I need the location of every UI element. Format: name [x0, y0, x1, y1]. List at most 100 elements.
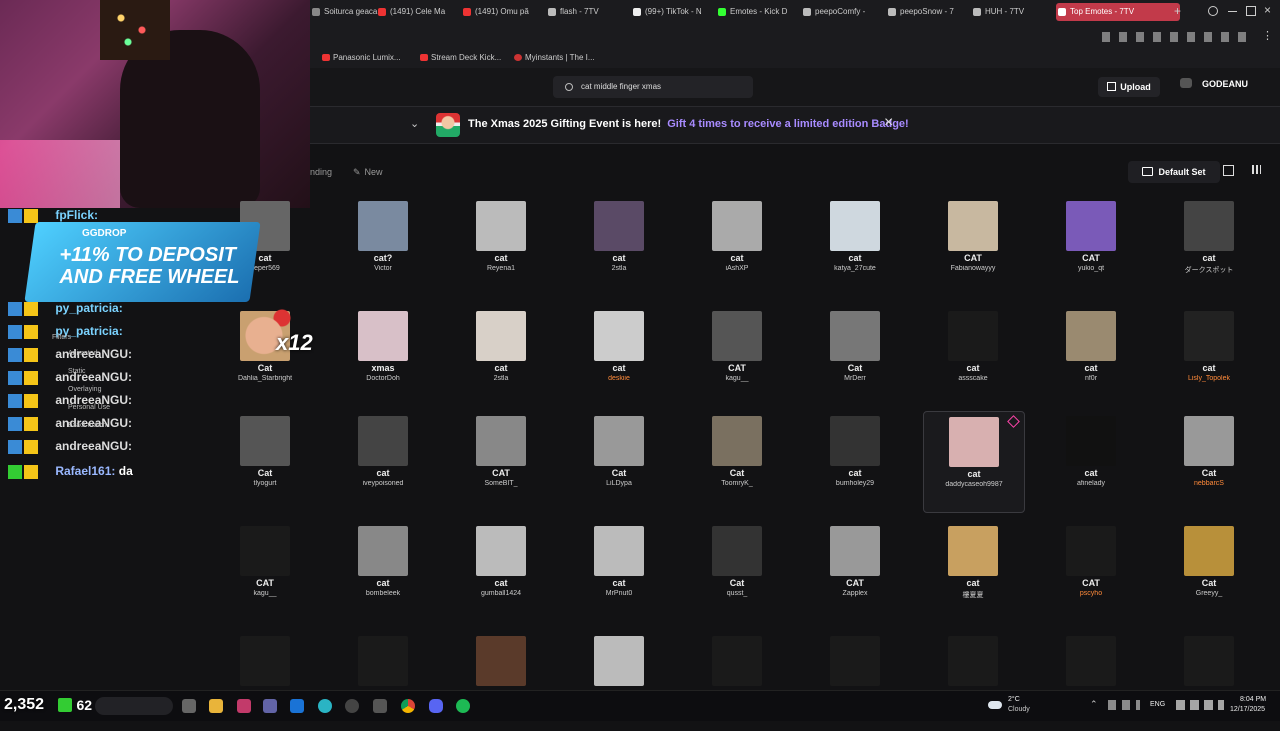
store-icon[interactable]	[373, 699, 387, 713]
clock-time[interactable]: 8:04 PM	[1240, 696, 1266, 703]
emote-author[interactable]: yukio_qt	[1041, 265, 1141, 272]
emote-card[interactable]: CAT kagu__	[215, 521, 315, 621]
user-menu[interactable]: GODEANU	[1180, 78, 1248, 89]
close-icon[interactable]: ×	[884, 114, 893, 132]
grid-large-icon[interactable]	[1252, 165, 1261, 174]
outlook-icon[interactable]	[290, 699, 304, 713]
emote-card[interactable]: Cat MrDerr	[805, 306, 905, 406]
emote-card[interactable]: cat bombeleek	[333, 521, 433, 621]
browser-tab[interactable]: Soiturca geaca	[310, 3, 384, 21]
emote-card[interactable]: cat Lisly_Topolek	[1159, 306, 1259, 406]
emote-author[interactable]: MrPnut0	[569, 590, 669, 597]
emote-author[interactable]: MrDerr	[805, 375, 905, 382]
emote-card[interactable]: CAT yukio_qt	[1041, 196, 1141, 296]
close-window-icon[interactable]: ×	[1264, 3, 1271, 17]
filter-item[interactable]: Exact match	[68, 422, 107, 429]
emote-card[interactable]: cat assscake	[923, 306, 1023, 406]
emote-set-button[interactable]: Default Set	[1128, 161, 1220, 183]
emote-card[interactable]: cat katya_27cute	[805, 196, 905, 296]
search-input[interactable]: cat middle finger xmas	[553, 76, 753, 98]
banner-link[interactable]: Gift 4 times to receive a limited editio…	[667, 118, 908, 130]
browser-tab[interactable]: HUH - 7TV	[971, 3, 1061, 21]
emote-author[interactable]: nebbarcS	[1159, 480, 1259, 487]
emote-author[interactable]: gumball1424	[451, 590, 551, 597]
browser-tab[interactable]: peepoComfy -	[801, 3, 891, 21]
taskbar-search[interactable]	[95, 697, 173, 715]
extension-icons[interactable]	[1102, 32, 1252, 42]
emote-author[interactable]: Fabianowayyy	[923, 265, 1023, 272]
emote-card[interactable]: cat bumholey29	[805, 411, 905, 511]
browser-tab-active[interactable]: Top Emotes - 7TV	[1056, 3, 1180, 21]
emote-author[interactable]: 2stla	[569, 265, 669, 272]
emote-author[interactable]: kagu__	[215, 590, 315, 597]
bookmark-item[interactable]: Stream Deck Kick...	[420, 53, 501, 62]
emote-card[interactable]: CAT SomeBIT_	[451, 411, 551, 511]
emote-card[interactable]: cat 2stla	[569, 196, 669, 296]
tab-new[interactable]: ✎ New	[353, 167, 383, 178]
emote-card[interactable]: Cat LiLDypa	[569, 411, 669, 511]
browser-tab[interactable]: Emotes - Kick D	[716, 3, 806, 21]
emote-author[interactable]: tlyogurt	[215, 480, 315, 487]
tab-trending[interactable]: nding	[310, 167, 332, 177]
emote-author[interactable]: Greeyy_	[1159, 590, 1259, 597]
language-indicator[interactable]: ENG	[1150, 701, 1165, 708]
system-icons[interactable]	[1176, 700, 1224, 710]
minimize-icon[interactable]	[1228, 11, 1237, 12]
grid-small-icon[interactable]	[1223, 165, 1234, 176]
emote-author[interactable]: katya_27cute	[805, 265, 905, 272]
bookmark-item[interactable]: Myinstants | The I...	[514, 53, 595, 62]
emote-card[interactable]: cat deskiie	[569, 306, 669, 406]
emote-author[interactable]: 2stla	[451, 375, 551, 382]
app-icon[interactable]	[237, 699, 251, 713]
menu-icon[interactable]: ⋮	[1262, 29, 1273, 42]
emote-author[interactable]: iAshXP	[687, 265, 787, 272]
new-tab-icon[interactable]: +	[1174, 4, 1181, 18]
tray-icons[interactable]	[1108, 700, 1140, 710]
browser-tab[interactable]: flash - 7TV	[546, 3, 636, 21]
browser-tab[interactable]: (1491) Omu pă	[461, 3, 551, 21]
edge-icon[interactable]	[318, 699, 332, 713]
chevron-up-icon[interactable]: ⌃	[1090, 699, 1098, 710]
emote-card[interactable]: cat gumball1424	[451, 521, 551, 621]
emote-author[interactable]: kagu__	[687, 375, 787, 382]
emote-author[interactable]: Lisly_Topolek	[1159, 375, 1259, 382]
filter-item[interactable]: Filters	[52, 334, 71, 341]
upload-button[interactable]: Upload	[1098, 77, 1160, 97]
emote-card[interactable]: Cat tlyogurt	[215, 411, 315, 511]
chevron-down-icon[interactable]: ⌄	[410, 117, 419, 130]
emote-card[interactable]: cat iAshXP	[687, 196, 787, 296]
emote-card[interactable]: Cat nebbarcS	[1159, 411, 1259, 511]
search-tabs-icon[interactable]	[1208, 6, 1218, 16]
emote-card[interactable]: cat 2stla	[451, 306, 551, 406]
emote-author[interactable]: pscyho	[1041, 590, 1141, 597]
emote-card[interactable]: cat iveypoisoned	[333, 411, 433, 511]
emote-card[interactable]: Cat qusst_	[687, 521, 787, 621]
emote-card[interactable]: Cat ToomryK_	[687, 411, 787, 511]
filter-item[interactable]: Overlaying	[68, 386, 101, 393]
emote-author[interactable]: Reyena1	[451, 265, 551, 272]
chrome-icon[interactable]	[401, 699, 415, 713]
emote-author[interactable]: Dahlia_Starbright	[215, 375, 315, 382]
task-view-icon[interactable]	[182, 699, 196, 713]
browser-tab[interactable]: (99+) TikTok - N	[631, 3, 721, 21]
emote-card[interactable]: cat daddycaseoh9987	[923, 411, 1025, 513]
emote-author[interactable]: qusst_	[687, 590, 787, 597]
emote-card[interactable]: xmas DoctorDoh	[333, 306, 433, 406]
emote-author[interactable]: SomeBIT_	[451, 480, 551, 487]
spotify-icon[interactable]	[456, 699, 470, 713]
emote-card[interactable]: cat? Victor	[333, 196, 433, 296]
emote-card[interactable]: cat Reyena1	[451, 196, 551, 296]
emote-author[interactable]: bombeleek	[333, 590, 433, 597]
emote-author[interactable]: 樓夏夏	[923, 590, 1023, 600]
browser-tab[interactable]: peepoSnow - 7	[886, 3, 976, 21]
bookmark-item[interactable]: Panasonic Lumix...	[322, 53, 401, 62]
emote-author[interactable]: afinelady	[1041, 480, 1141, 487]
filter-item[interactable]: Personal Use	[68, 404, 110, 411]
filter-item[interactable]: Animated	[68, 350, 98, 357]
emote-author[interactable]: ToomryK_	[687, 480, 787, 487]
emote-card[interactable]: CAT Fabianowayyy	[923, 196, 1023, 296]
emote-card[interactable]: Cat Greeyy_	[1159, 521, 1259, 621]
maximize-icon[interactable]	[1246, 6, 1256, 16]
emote-card[interactable]: cat afinelady	[1041, 411, 1141, 511]
emote-card[interactable]: cat 樓夏夏	[923, 521, 1023, 621]
